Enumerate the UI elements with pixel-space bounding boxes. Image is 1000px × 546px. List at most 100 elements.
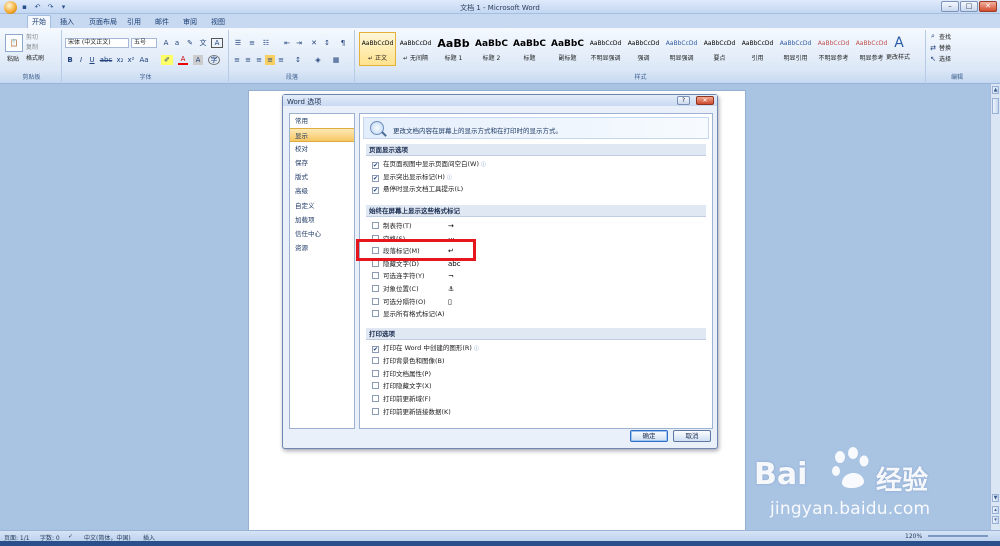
checkbox[interactable] xyxy=(372,310,379,318)
style-item[interactable]: AaBbC 标题 xyxy=(511,32,548,66)
decrease-indent-icon[interactable]: ⇤ xyxy=(282,38,292,48)
underline-icon[interactable]: U xyxy=(87,55,97,65)
checkbox[interactable] xyxy=(372,356,379,364)
font-color-icon[interactable]: A xyxy=(178,55,188,65)
bold-icon[interactable]: B xyxy=(65,55,75,65)
align-left-icon[interactable]: ≡ xyxy=(232,55,242,65)
zoom-level[interactable]: 120% xyxy=(905,533,922,540)
char-shading-icon[interactable]: A xyxy=(193,55,203,65)
style-item[interactable]: AaBbCcDd 不明显参考 xyxy=(815,32,852,66)
justify-icon[interactable]: ≡ xyxy=(265,55,275,65)
checkbox-option[interactable]: 可选分隔符(O) xyxy=(372,297,426,308)
checkbox[interactable]: ✔ xyxy=(372,187,379,194)
style-item[interactable]: AaBbC 副标题 xyxy=(549,32,586,66)
tab-home[interactable]: 开始 xyxy=(27,15,51,28)
style-item[interactable]: AaBbCcDd 引用 xyxy=(739,32,776,66)
find-button[interactable]: 查找 xyxy=(939,32,951,41)
nav-item[interactable]: 自定义 xyxy=(290,199,354,213)
checkbox[interactable]: ✔ xyxy=(372,162,379,169)
replace-button[interactable]: 替换 xyxy=(939,43,951,52)
bullets-icon[interactable]: ☰ xyxy=(232,38,244,48)
help-button[interactable]: ? xyxy=(677,96,690,105)
cancel-button[interactable]: 取消 xyxy=(673,430,711,442)
scroll-thumb[interactable] xyxy=(992,98,999,114)
checkbox-option[interactable]: 打印隐藏文字(X) xyxy=(372,381,432,392)
line-spacing-icon[interactable]: ↕ xyxy=(292,55,304,65)
nav-item[interactable]: 常用 xyxy=(290,114,354,128)
zoom-slider[interactable] xyxy=(928,535,988,537)
tab-page-layout[interactable]: 页面布局 xyxy=(85,16,121,28)
cut-button[interactable]: 剪切 xyxy=(26,32,38,41)
grow-font-icon[interactable]: A xyxy=(161,38,171,48)
nav-item[interactable]: 加载项 xyxy=(290,213,354,227)
align-center-icon[interactable]: ≡ xyxy=(243,55,253,65)
checkbox-option[interactable]: ✔ 在页面视图中显示页面间空白(W) ⓘ xyxy=(372,159,486,170)
style-item[interactable]: AaBbCcDd 要点 xyxy=(701,32,738,66)
font-size-select[interactable]: 五号 xyxy=(131,38,157,48)
style-item[interactable]: AaBbCcDd 明显参考 xyxy=(853,32,890,66)
style-item[interactable]: AaBbCcDd ↵ 正文 xyxy=(359,32,396,66)
close-button[interactable]: ✕ xyxy=(979,1,997,12)
format-painter-button[interactable]: 格式刷 xyxy=(26,53,44,62)
change-styles-button[interactable]: 更改样式 xyxy=(886,52,910,61)
numbering-icon[interactable]: ≡ xyxy=(246,38,258,48)
paste-icon[interactable]: 📋 xyxy=(5,34,23,52)
scroll-up-icon[interactable]: ▲ xyxy=(992,86,999,94)
checkbox[interactable] xyxy=(372,382,379,390)
copy-button[interactable]: 复制 xyxy=(26,42,38,51)
nav-item[interactable]: 保存 xyxy=(290,156,354,170)
checkbox-option[interactable]: 对象位置(C) xyxy=(372,284,419,295)
tab-mailings[interactable]: 邮件 xyxy=(151,16,173,28)
nav-item[interactable]: 信任中心 xyxy=(290,227,354,241)
checkbox-option[interactable]: ✔ 悬停时显示文档工具提示(L) xyxy=(372,184,463,195)
shrink-font-icon[interactable]: a xyxy=(172,38,182,48)
prev-page-icon[interactable]: ▴ xyxy=(992,506,999,514)
checkbox[interactable]: ✔ xyxy=(372,174,379,182)
checkbox[interactable] xyxy=(372,285,379,292)
style-item[interactable]: AaBbCcDd 强调 xyxy=(625,32,662,66)
chinese-layout-icon[interactable]: ✕ xyxy=(309,38,319,48)
char-border-icon[interactable]: A xyxy=(211,38,223,48)
next-page-icon[interactable]: ▾ xyxy=(992,516,999,524)
phonetic-guide-icon[interactable]: 文 xyxy=(197,38,209,48)
style-item[interactable]: AaBbCcDd 明显引用 xyxy=(777,32,814,66)
paragraph-marks-icon[interactable]: ¶ xyxy=(338,38,348,48)
checkbox[interactable] xyxy=(372,408,379,415)
tab-view[interactable]: 视图 xyxy=(207,16,229,28)
tab-references[interactable]: 引用 xyxy=(123,16,145,28)
checkbox-option[interactable]: 可选连字符(Y) xyxy=(372,271,425,282)
enclose-char-icon[interactable]: 字 xyxy=(208,55,220,65)
checkbox[interactable] xyxy=(372,222,379,229)
style-item[interactable]: AaBb 标题 1 xyxy=(435,32,472,66)
find-icon[interactable]: ⌕ xyxy=(929,32,937,41)
replace-icon[interactable]: ⇄ xyxy=(929,43,937,52)
checkbox[interactable] xyxy=(372,395,379,403)
multilevel-list-icon[interactable]: ☷ xyxy=(260,38,272,48)
superscript-icon[interactable]: x² xyxy=(126,55,136,65)
italic-icon[interactable]: I xyxy=(76,55,86,65)
scroll-down-icon[interactable]: ▼ xyxy=(992,494,999,502)
style-item[interactable]: AaBbC 标题 2 xyxy=(473,32,510,66)
checkbox[interactable] xyxy=(372,272,379,280)
tab-review[interactable]: 审阅 xyxy=(179,16,201,28)
checkbox-option[interactable]: ✔ 显示突出显示标记(H) ⓘ xyxy=(372,172,452,183)
nav-item[interactable]: 显示 xyxy=(290,128,354,142)
style-item[interactable]: AaBbCcDd 不明显强调 xyxy=(587,32,624,66)
nav-item[interactable]: 高级 xyxy=(290,184,354,198)
checkbox-option[interactable]: 打印文档属性(P) xyxy=(372,369,431,380)
checkbox[interactable] xyxy=(372,297,379,305)
align-right-icon[interactable]: ≡ xyxy=(254,55,264,65)
style-item[interactable]: AaBbCcDd ↵ 无间隔 xyxy=(397,32,434,66)
checkbox-option[interactable]: ✔ 打印在 Word 中创建的图形(R) ⓘ xyxy=(372,343,479,354)
checkbox[interactable] xyxy=(372,369,379,377)
change-styles-icon[interactable]: A xyxy=(889,34,909,52)
checkbox-option[interactable]: 制表符(T) xyxy=(372,221,412,232)
shading-icon[interactable]: ◈ xyxy=(312,55,324,65)
minimize-button[interactable]: – xyxy=(941,1,959,12)
select-button[interactable]: 选择 xyxy=(939,54,951,63)
font-name-select[interactable]: 宋体 (中文正文) xyxy=(65,38,129,48)
paste-label[interactable]: 粘贴 xyxy=(7,54,19,63)
clear-format-icon[interactable]: ✎ xyxy=(185,38,195,48)
select-icon[interactable]: ↖ xyxy=(929,54,937,63)
vertical-scrollbar[interactable]: ▲ ▼ ▴ ▾ xyxy=(990,84,1000,530)
